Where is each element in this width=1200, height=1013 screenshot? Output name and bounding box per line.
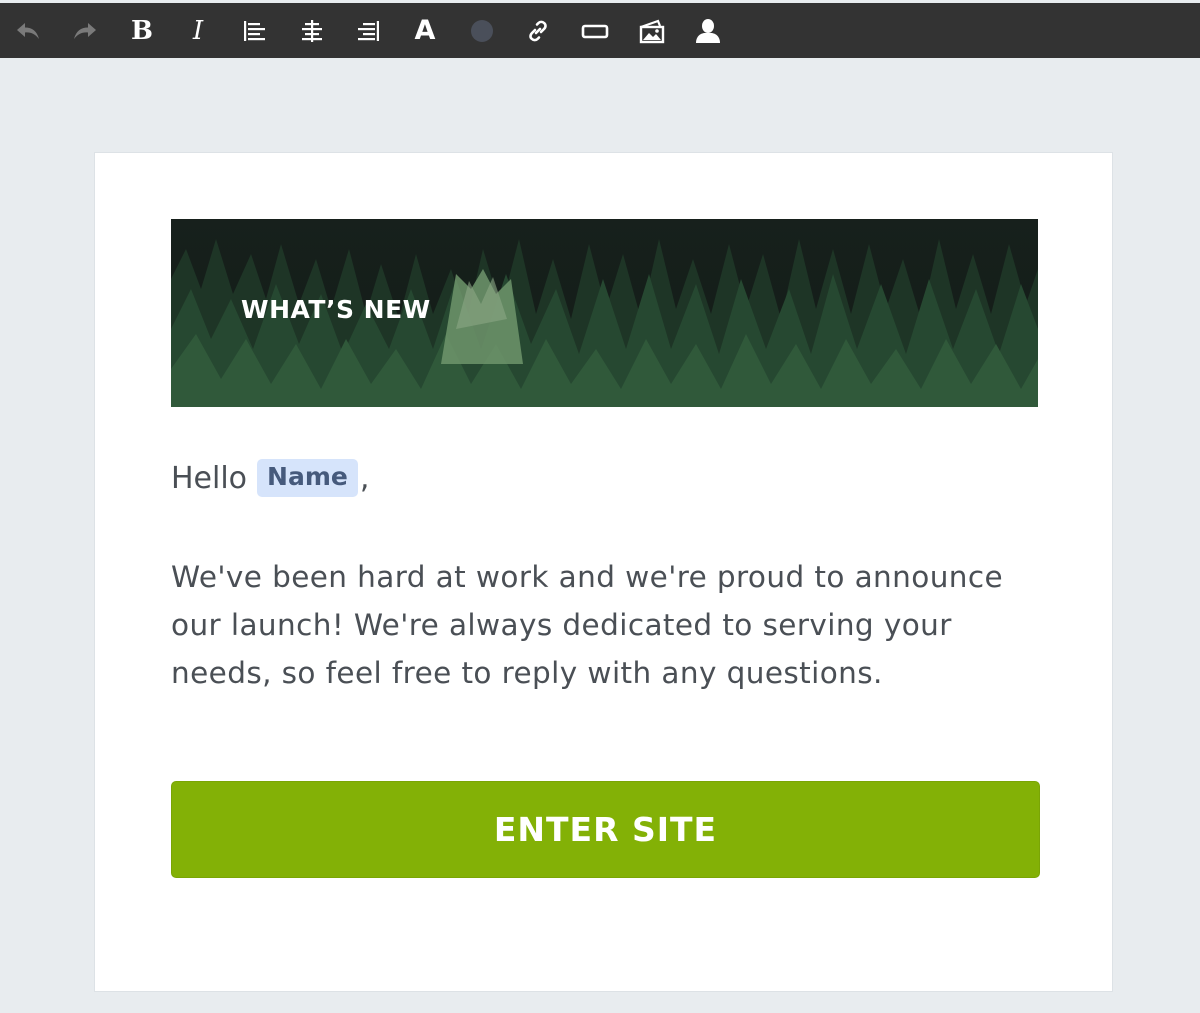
align-right-button[interactable] xyxy=(348,3,388,58)
hero-title: WHAT’S NEW xyxy=(241,295,431,324)
align-right-icon xyxy=(356,20,380,42)
insert-image-button[interactable] xyxy=(632,3,672,58)
greeting-punctuation: , xyxy=(359,460,370,496)
align-center-button[interactable] xyxy=(292,3,332,58)
editor-toolbar: B I A xyxy=(0,0,1200,58)
italic-button[interactable]: I xyxy=(178,3,218,58)
undo-icon xyxy=(15,21,41,41)
color-swatch-icon xyxy=(470,19,494,43)
email-canvas: WHAT’S NEW Hello Name , We've been hard … xyxy=(94,152,1113,992)
text-color-button[interactable] xyxy=(462,3,502,58)
enter-site-button[interactable]: ENTER SITE xyxy=(171,781,1040,878)
font-icon: A xyxy=(414,15,436,46)
bold-icon: B xyxy=(131,15,153,46)
font-button[interactable]: A xyxy=(405,3,445,58)
redo-icon xyxy=(72,21,98,41)
link-button[interactable] xyxy=(518,3,558,58)
merge-tag-button[interactable] xyxy=(688,3,728,58)
italic-icon: I xyxy=(192,15,204,46)
bold-button[interactable]: B xyxy=(122,3,162,58)
link-icon xyxy=(526,19,550,43)
undo-button[interactable] xyxy=(8,3,48,58)
greeting-line[interactable]: Hello Name , xyxy=(171,459,369,497)
redo-button[interactable] xyxy=(65,3,105,58)
insert-button-button[interactable] xyxy=(575,3,615,58)
greeting-text: Hello xyxy=(171,460,248,496)
align-left-button[interactable] xyxy=(235,3,275,58)
name-merge-tag[interactable]: Name xyxy=(257,459,358,497)
person-icon xyxy=(695,18,721,44)
image-icon xyxy=(638,18,666,44)
button-block-icon xyxy=(581,21,609,41)
hero-banner[interactable]: WHAT’S NEW xyxy=(171,219,1038,407)
align-left-icon xyxy=(243,20,267,42)
body-paragraph[interactable]: We've been hard at work and we're proud … xyxy=(171,553,1041,697)
align-center-icon xyxy=(300,19,324,42)
